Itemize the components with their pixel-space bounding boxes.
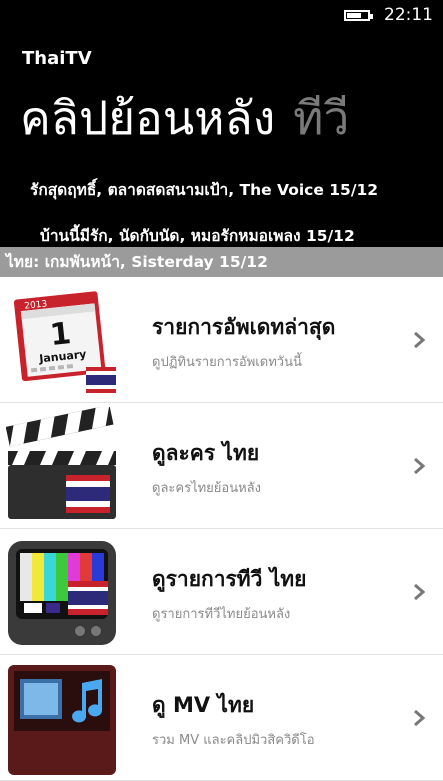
app-title: ThaiTV: [22, 48, 92, 69]
item-title: ดูละคร ไทย: [152, 441, 260, 465]
item-subtitle: รวม MV และคลิปมิวสิควิดีโอ: [152, 733, 315, 748]
item-title: ดูรายการทีวี ไทย: [152, 567, 307, 591]
chevron-right-icon: [414, 709, 426, 726]
list-item-music-video[interactable]: ดู MV ไทย รวม MV และคลิปมิวสิควิดีโอ: [0, 655, 443, 781]
header: 22:11 ThaiTV คลิปย้อนหลัง ทีวี รักสุดฤทธิ…: [0, 0, 443, 247]
menu-list: 2013 1 January รายการอัพเดทล่าสุด ดูปฏิท…: [0, 277, 443, 781]
headline-1[interactable]: รักสุดฤทธิ์, ตลาดสดสนามเป้า, The Voice 1…: [30, 177, 378, 202]
thai-flag-icon: [68, 581, 108, 615]
chevron-right-icon: [414, 331, 426, 348]
pivot-tab-tv[interactable]: ทีวี: [293, 91, 349, 145]
list-item-latest[interactable]: 2013 1 January รายการอัพเดทล่าสุด ดูปฏิท…: [0, 277, 443, 403]
status-bar: 22:11: [344, 4, 433, 26]
pivot-header: คลิปย้อนหลัง ทีวี: [20, 82, 349, 155]
list-item-drama[interactable]: ดูละคร ไทย ดูละครไทยย้อนหลัง: [0, 403, 443, 529]
item-title: ดู MV ไทย: [152, 693, 255, 717]
calendar-icon: 2013 1 January: [13, 291, 116, 393]
pivot-tab-clips[interactable]: คลิปย้อนหลัง: [20, 91, 275, 145]
chevron-right-icon: [414, 457, 426, 474]
list-item-tv-shows[interactable]: ดูรายการทีวี ไทย ดูรายการทีวีไทยย้อนหลัง: [0, 529, 443, 655]
item-subtitle: ดูละครไทยย้อนหลัง: [152, 481, 261, 496]
tv-icon: [8, 541, 116, 645]
battery-icon: [344, 9, 373, 21]
music-icon: [8, 665, 116, 775]
calendar-day: 1: [48, 316, 72, 353]
item-title: รายการอัพเดทล่าสุด: [152, 315, 336, 339]
headline-2[interactable]: บ้านนี้มีรัก, นัดกับนัด, หมอรักหมอเพลง 1…: [40, 223, 355, 248]
clock: 22:11: [384, 5, 433, 25]
chevron-right-icon: [414, 583, 426, 600]
item-subtitle: ดูปฏิทินรายการอัพเดทวันนี้: [152, 355, 302, 370]
thai-flag-icon: [66, 475, 110, 513]
item-subtitle: ดูรายการทีวีไทยย้อนหลัง: [152, 607, 291, 622]
clapperboard-icon: [6, 407, 116, 519]
thai-flag-icon: [86, 367, 116, 393]
news-ticker[interactable]: ไทย: เกมพันหน้า, Sisterday 15/12: [0, 247, 443, 277]
